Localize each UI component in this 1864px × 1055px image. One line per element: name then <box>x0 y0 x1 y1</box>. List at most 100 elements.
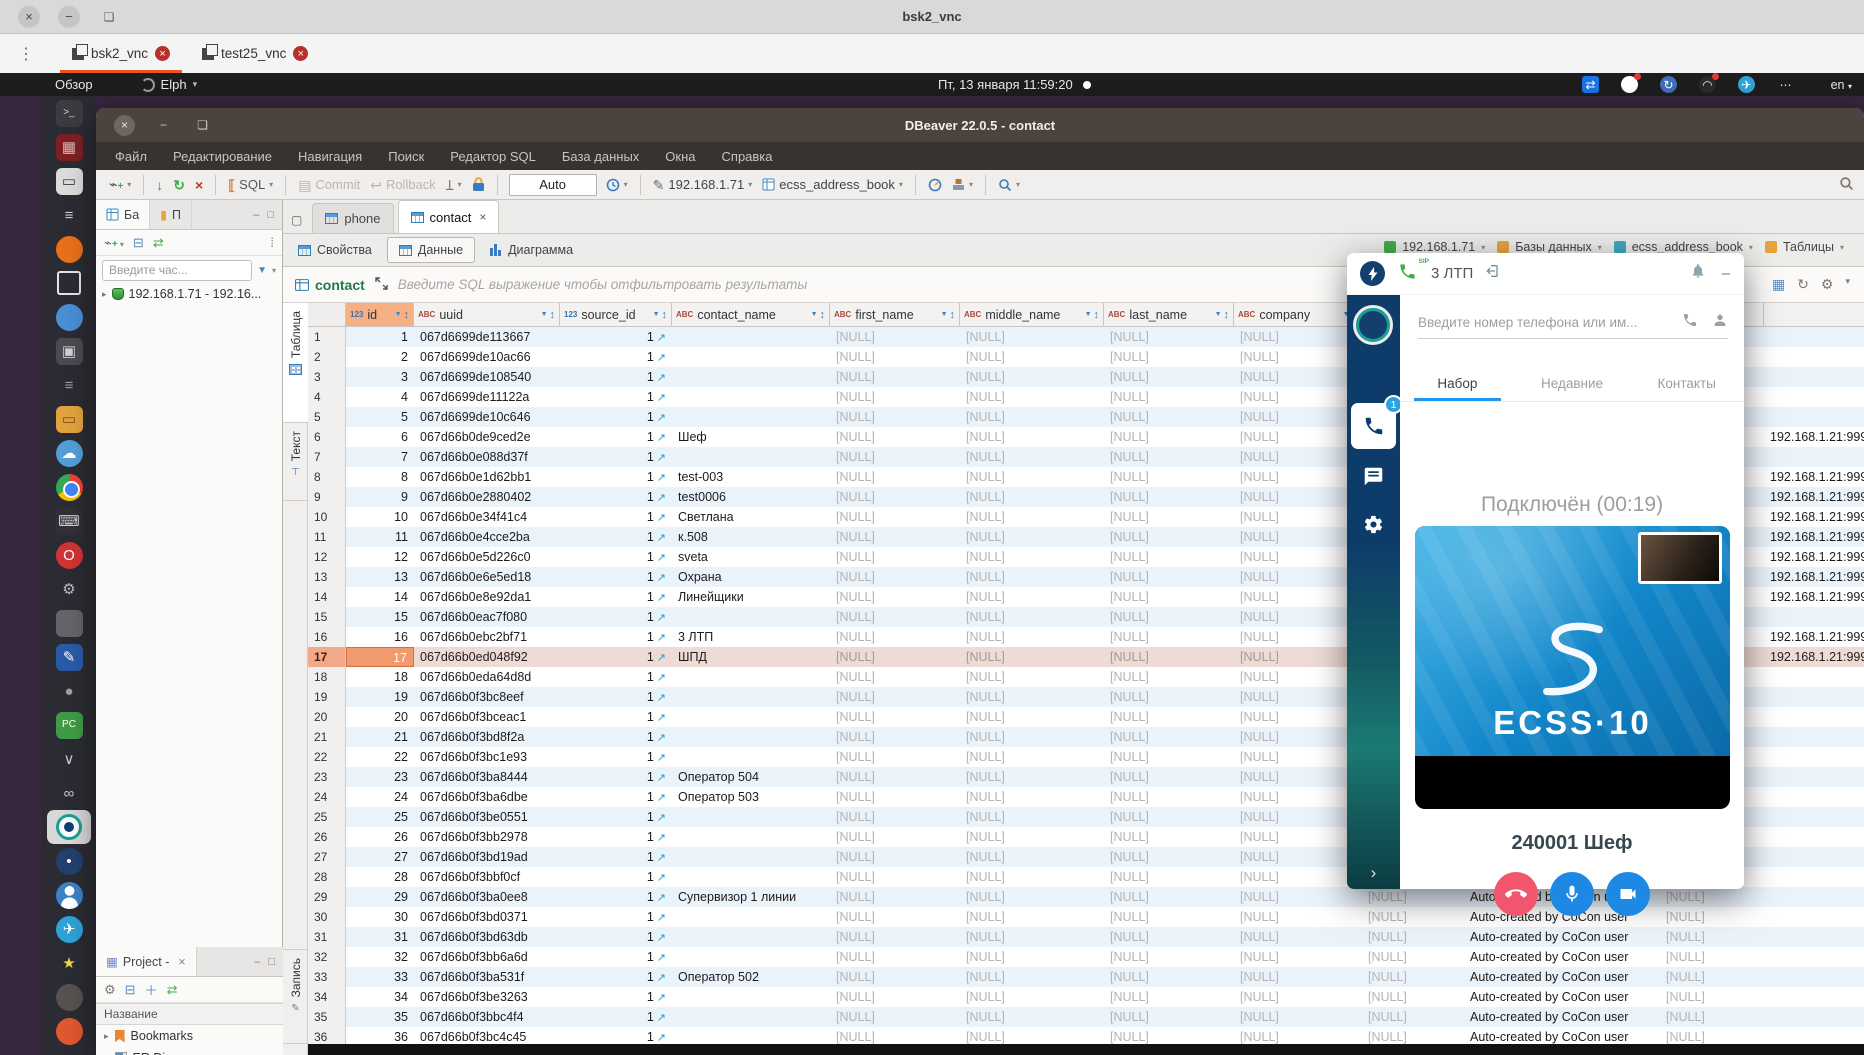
dots-icon[interactable]: ⁞ <box>270 235 274 250</box>
grid-cell-id[interactable]: 33 <box>346 967 414 987</box>
star-icon[interactable]: ★ <box>47 946 91 980</box>
row-number[interactable]: 19 <box>308 687 346 707</box>
grid-cell-null[interactable]: [NULL] <box>1104 767 1234 787</box>
grid-cell-contact-name[interactable] <box>672 347 830 367</box>
grid-cell-null[interactable]: [NULL] <box>960 907 1104 927</box>
softphone-tab-Набор[interactable]: Набор <box>1400 365 1515 401</box>
grid-cell-url[interactable] <box>1764 947 1864 967</box>
grid-cell-contact-name[interactable]: Оператор 504 <box>672 767 830 787</box>
grid-cell-uuid[interactable]: 067d66b0e2880402 <box>414 487 560 507</box>
transaction-mode-select[interactable]: Auto <box>509 174 597 196</box>
grid-cell-null[interactable]: [NULL] <box>830 567 960 587</box>
panel-maximize-icon[interactable]: □ <box>268 956 275 968</box>
grid-cell-id[interactable]: 29 <box>346 887 414 907</box>
layout-icon[interactable]: ▣ <box>47 334 91 368</box>
grid-cell-null[interactable]: [NULL] <box>1104 367 1234 387</box>
open-reference-icon[interactable]: ↗ <box>657 1032 666 1044</box>
grid-cell-null[interactable]: [NULL] <box>1104 467 1234 487</box>
grid-cell-null[interactable]: [NULL] <box>830 727 960 747</box>
row-number[interactable]: 20 <box>308 707 346 727</box>
grid-cell-null[interactable]: [NULL] <box>960 547 1104 567</box>
grid-cell-url[interactable]: 192.168.1.21:9990/in <box>1764 547 1864 567</box>
sort-icon[interactable]: ↕ <box>1224 309 1230 321</box>
row-number[interactable]: 22 <box>308 747 346 767</box>
grid-cell-id[interactable]: 9 <box>346 487 414 507</box>
grid-cell-url[interactable] <box>1764 727 1864 747</box>
expand-icon[interactable] <box>375 277 388 293</box>
open-reference-icon[interactable]: ↗ <box>657 852 666 864</box>
recording-icon[interactable]: ◠ <box>1699 76 1716 93</box>
grid-cell-null[interactable]: [NULL] <box>830 467 960 487</box>
grid-cell-id[interactable]: 31 <box>346 927 414 947</box>
grid-cell-null[interactable]: [NULL] <box>1104 447 1234 467</box>
select-all-corner[interactable] <box>308 303 346 326</box>
gears-icon[interactable]: ⚙ <box>47 572 91 606</box>
grid-cell-url[interactable] <box>1764 887 1864 907</box>
grid-cell-null[interactable]: [NULL] <box>1104 587 1234 607</box>
grid-cell-null[interactable]: [NULL] <box>960 807 1104 827</box>
grid-cell-url[interactable] <box>1764 347 1864 367</box>
grid-cell-uuid[interactable]: 067d66b0e6e5ed18 <box>414 567 560 587</box>
column-filter-icons[interactable]: ▼↕ <box>811 309 825 321</box>
row-number[interactable]: 14 <box>308 587 346 607</box>
grid-cell-null[interactable]: [NULL] <box>1660 987 1764 1007</box>
grid-cell-url[interactable]: 192.168.1.21:9990/in <box>1764 587 1864 607</box>
grid-cell-url[interactable]: 192.168.1.21:9990/in <box>1764 507 1864 527</box>
grid-cell-id[interactable]: 12 <box>346 547 414 567</box>
table-row[interactable]: 3535067d66b0f3bbc4f41↗[NULL][NULL][NULL]… <box>308 1007 1864 1027</box>
grid-cell-source-id[interactable]: 1↗ <box>560 967 672 987</box>
grid-cell-id[interactable]: 16 <box>346 627 414 647</box>
grid-cell-null[interactable]: [NULL] <box>1104 627 1234 647</box>
breadcrumb-item[interactable]: 192.168.1.71 <box>1402 240 1475 254</box>
grid-cell-description[interactable]: Auto-created by CoCon user <box>1464 967 1660 987</box>
grid-cell-id[interactable]: 35 <box>346 1007 414 1027</box>
camera-icon[interactable]: ● <box>47 674 91 708</box>
wrench-icon[interactable] <box>47 606 91 640</box>
row-number[interactable]: 27 <box>308 847 346 867</box>
grid-cell-contact-name[interactable] <box>672 447 830 467</box>
grid-cell-source-id[interactable]: 1↗ <box>560 587 672 607</box>
navigator-filter-input[interactable]: Введите час... <box>102 260 252 281</box>
row-number[interactable]: 31 <box>308 927 346 947</box>
grid-cell-uuid[interactable]: 067d66b0f3bd0371 <box>414 907 560 927</box>
open-reference-icon[interactable]: ↗ <box>657 732 666 744</box>
tx-history-icon[interactable]: ▾ <box>601 178 633 192</box>
grid-cell-null[interactable]: [NULL] <box>1104 827 1234 847</box>
grid-cell-null[interactable]: [NULL] <box>1234 947 1362 967</box>
column-header-source_id[interactable]: 123source_id▼↕ <box>560 303 672 326</box>
grid-cell-null[interactable]: [NULL] <box>960 707 1104 727</box>
grid-cell-url[interactable] <box>1764 707 1864 727</box>
row-number[interactable]: 8 <box>308 467 346 487</box>
panel-minimize-icon[interactable]: – <box>253 209 259 221</box>
grid-cell-null[interactable]: [NULL] <box>1234 647 1362 667</box>
grid-cell-source-id[interactable]: 1↗ <box>560 887 672 907</box>
grid-cell-null[interactable]: [NULL] <box>960 687 1104 707</box>
row-number[interactable]: 35 <box>308 1007 346 1027</box>
column-filter-icons[interactable]: ▼↕ <box>541 309 555 321</box>
grid-cell-null[interactable]: [NULL] <box>960 567 1104 587</box>
grid-cell-url[interactable]: 192.168.1.21:9990/in <box>1764 567 1864 587</box>
grid-cell-null[interactable]: [NULL] <box>960 647 1104 667</box>
open-reference-icon[interactable]: ↗ <box>657 892 666 904</box>
grid-cell-null[interactable]: [NULL] <box>830 487 960 507</box>
grid-cell-null[interactable]: [NULL] <box>1234 1007 1362 1027</box>
grid-cell-source-id[interactable]: 1↗ <box>560 387 672 407</box>
close-tab-icon[interactable]: × <box>479 210 486 224</box>
menu-dots-icon[interactable]: ⋮ <box>18 44 34 64</box>
grid-cell-uuid[interactable]: 067d66b0f3bc1e93 <box>414 747 560 767</box>
presentation-tab-grid[interactable]: Таблица <box>283 303 308 423</box>
grid-cell-null[interactable]: [NULL] <box>830 887 960 907</box>
contacts-icon[interactable] <box>47 878 91 912</box>
grid-cell-null[interactable]: [NULL] <box>960 927 1104 947</box>
grid-cell-null[interactable]: [NULL] <box>960 967 1104 987</box>
grid-cell-source-id[interactable]: 1↗ <box>560 927 672 947</box>
grid-cell-url[interactable] <box>1764 807 1864 827</box>
row-number[interactable]: 32 <box>308 947 346 967</box>
grid-cell-id[interactable]: 2 <box>346 347 414 367</box>
grid-cell-contact-name[interactable] <box>672 387 830 407</box>
row-number[interactable]: 17 <box>308 647 346 667</box>
grid-cell-id[interactable]: 5 <box>346 407 414 427</box>
grid-cell-uuid[interactable]: 067d6699de113667 <box>414 327 560 347</box>
firefox-icon[interactable] <box>47 232 91 266</box>
row-number[interactable]: 30 <box>308 907 346 927</box>
